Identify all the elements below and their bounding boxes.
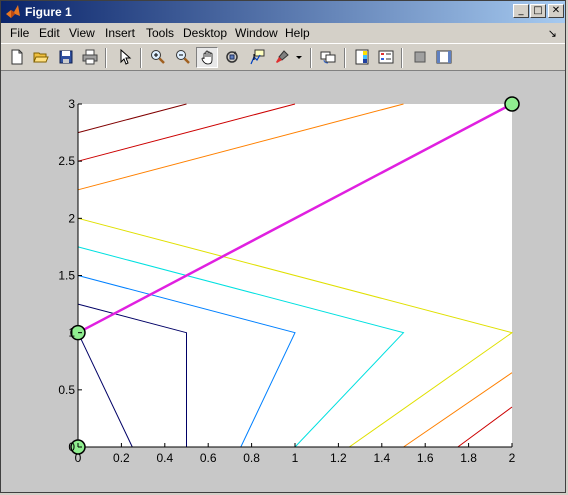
maximize-button[interactable]: □ [530, 4, 546, 18]
matlab-logo-icon [6, 5, 20, 18]
data-cursor-button[interactable] [246, 47, 268, 68]
menu-desktop[interactable]: Desktop [183, 26, 227, 40]
rotate-3d-button[interactable] [221, 47, 243, 68]
brush-icon [276, 50, 289, 63]
menu-help[interactable]: Help [285, 26, 310, 40]
toolbar-separator [310, 48, 312, 68]
zoom-in-icon [151, 50, 165, 64]
hide-plot-tools-button[interactable] [409, 47, 431, 68]
floppy-disk-icon [59, 50, 73, 64]
edit-plot-button[interactable] [114, 47, 136, 68]
legend-icon [378, 50, 394, 64]
insert-colorbar-button[interactable] [351, 47, 373, 68]
title-bar[interactable]: Figure 1 _ □ ✕ [1, 1, 565, 23]
menu-window[interactable]: Window [235, 26, 278, 40]
x-tick-label: 2 [509, 451, 516, 465]
menu-file[interactable]: File [10, 26, 29, 40]
insert-legend-button[interactable] [375, 47, 397, 68]
toolbar-separator [105, 48, 107, 68]
pan-button[interactable] [196, 47, 218, 68]
menu-view[interactable]: View [69, 26, 95, 40]
arrow-cursor-icon [120, 49, 132, 65]
brush-button[interactable] [271, 47, 293, 68]
control-point-marker[interactable] [504, 96, 520, 112]
menu-bar: File Edit View Insert Tools Desktop Wind… [1, 23, 565, 43]
data-cursor-icon [250, 49, 265, 65]
figure-toolbar [1, 43, 565, 71]
y-tick-label: 0.5 [58, 383, 75, 397]
close-button[interactable]: ✕ [548, 4, 564, 18]
link-plot-icon [320, 51, 336, 64]
x-tick-label: 0.8 [243, 451, 260, 465]
x-tick-label: 0.4 [156, 451, 173, 465]
open-file-button[interactable] [30, 47, 52, 68]
new-figure-button[interactable] [6, 47, 28, 68]
minimize-button[interactable]: _ [513, 4, 529, 18]
window-title: Figure 1 [25, 5, 72, 19]
save-figure-button[interactable] [55, 47, 77, 68]
link-plot-button[interactable] [317, 47, 339, 68]
menu-edit[interactable]: Edit [39, 26, 60, 40]
y-tick-label: 2.5 [58, 154, 75, 168]
x-tick-label: 0.6 [200, 451, 217, 465]
toolbar-separator [401, 48, 403, 68]
y-tick-label: 2 [68, 211, 75, 225]
x-tick-label: 0 [75, 451, 82, 465]
x-tick-label: 1.8 [460, 451, 477, 465]
x-tick-label: 1.2 [330, 451, 347, 465]
y-tick-label: 0 [68, 440, 75, 454]
y-tick-label: 1 [68, 326, 75, 340]
y-tick-label: 1.5 [58, 269, 75, 283]
toolbar-separator [140, 48, 142, 68]
hand-pan-icon [201, 50, 213, 65]
toolbar-separator [344, 48, 346, 68]
y-tick-label: 3 [68, 97, 75, 111]
new-document-icon [11, 49, 23, 65]
menu-tools[interactable]: Tools [146, 26, 174, 40]
x-tick-label: 1 [292, 451, 299, 465]
brush-dropdown-button[interactable] [293, 47, 305, 68]
zoom-out-icon [176, 50, 190, 64]
printer-icon [82, 49, 98, 65]
figure-window: Figure 1 _ □ ✕ File Edit View Insert Too… [0, 0, 566, 493]
menu-insert[interactable]: Insert [105, 26, 135, 40]
print-figure-button[interactable] [79, 47, 101, 68]
contour-plot[interactable]: 0 0.2 0.4 0.6 0.8 1 1.2 1.4 1.6 1.8 2 0 0.5 1 1.5 2 2.5 3 [2, 71, 564, 491]
folder-open-icon [33, 52, 49, 63]
show-plot-tools-button[interactable] [433, 47, 455, 68]
show-plot-tools-icon [436, 50, 452, 64]
x-tick-label: 0.2 [113, 451, 130, 465]
dock-arrow-icon[interactable]: ↘ [548, 27, 557, 40]
hide-plot-tools-icon [414, 51, 426, 63]
rotate-3d-icon [226, 51, 238, 63]
zoom-in-button[interactable] [147, 47, 169, 68]
zoom-out-button[interactable] [172, 47, 194, 68]
chevron-down-icon [296, 56, 302, 59]
figure-canvas: 0 0.2 0.4 0.6 0.8 1 1.2 1.4 1.6 1.8 2 0 0.5 1 1.5 2 2.5 3 [2, 71, 564, 491]
x-tick-label: 1.4 [373, 451, 390, 465]
colorbar-icon [355, 49, 369, 65]
x-tick-label: 1.6 [417, 451, 434, 465]
